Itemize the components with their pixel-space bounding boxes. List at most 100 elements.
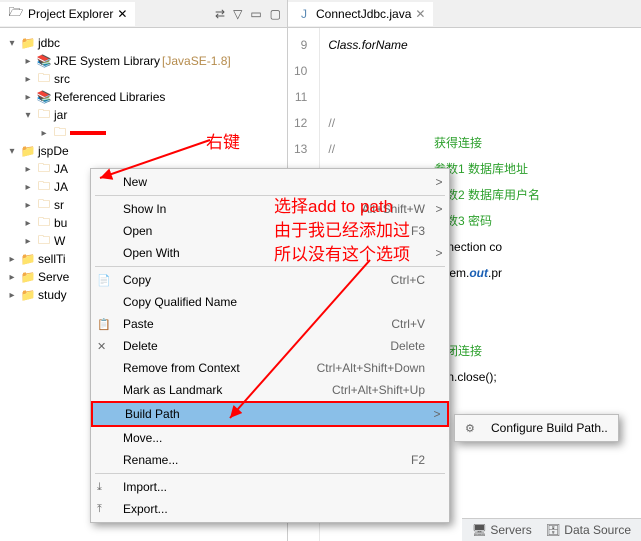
tree-label: Referenced Libraries [54, 90, 165, 104]
menu-separator [95, 473, 445, 474]
menu-icon: ✕ [97, 340, 113, 353]
menu-accelerator: Ctrl+Alt+Shift+Up [332, 383, 425, 397]
line-number: 11 [294, 84, 307, 110]
folder-icon: 🗀 [36, 215, 52, 231]
menu-item-copy[interactable]: 📄CopyCtrl+C [91, 269, 449, 291]
maximize-icon[interactable]: ▢ [270, 7, 281, 21]
expand-icon[interactable]: ▸ [22, 181, 34, 193]
line-number: 10 [294, 58, 307, 84]
servers-view[interactable]: 🖥 Servers [472, 523, 532, 537]
tree-item[interactable]: ▾🗀jar [4, 106, 283, 124]
submenu-arrow-icon: > [435, 202, 443, 216]
expand-icon[interactable]: ▸ [6, 253, 18, 265]
menu-icon: 📋 [97, 318, 113, 331]
menu-item-move-[interactable]: Move... [91, 427, 449, 449]
menu-item-rename-[interactable]: Rename...F2 [91, 449, 449, 471]
menu-accelerator: F3 [411, 224, 425, 238]
folder-icon: 🗀 [36, 71, 52, 87]
expand-icon[interactable]: ▸ [22, 91, 34, 103]
folder-icon: 🗀 [36, 161, 52, 177]
menu-item-export-[interactable]: ⤒Export... [91, 498, 449, 520]
proj-icon: 📁 [20, 35, 36, 51]
project-explorer-tab[interactable]: 🗁 Project Explorer ✕ [0, 2, 135, 26]
menu-label: Rename... [123, 453, 401, 467]
tree-label [70, 131, 106, 135]
proj-icon: 📁 [20, 143, 36, 159]
build-path-icon: ⚙ [465, 422, 481, 435]
java-file-icon: J [296, 6, 312, 22]
expand-icon[interactable]: ▾ [6, 37, 18, 49]
menu-item-mark-as-landmark[interactable]: Mark as Landmark Ctrl+Alt+Shift+Up [91, 379, 449, 401]
minimize-icon[interactable]: ▭ [250, 7, 261, 21]
expand-icon[interactable]: ▾ [6, 145, 18, 157]
menu-item-build-path[interactable]: Build Path > [91, 401, 449, 427]
submenu-arrow-icon: > [433, 407, 441, 421]
menu-label: New [123, 175, 415, 189]
menu-label: Import... [123, 480, 415, 494]
tree-label: jspDe [38, 144, 69, 158]
tree-item[interactable]: ▸🗀 [4, 124, 283, 142]
menu-icon: 📄 [97, 274, 113, 287]
menu-accelerator: Ctrl+Alt+Shift+Down [317, 361, 425, 375]
menu-item-delete[interactable]: ✕ Delete Delete [91, 335, 449, 357]
editor-tab-label: ConnectJdbc.java [316, 7, 411, 21]
expand-icon[interactable]: ▸ [6, 271, 18, 283]
tree-item[interactable]: ▸📚Referenced Libraries [4, 88, 283, 106]
tree-label: Serve [38, 270, 69, 284]
code-text: out [469, 266, 488, 280]
tree-item[interactable]: ▾📁jdbc [4, 34, 283, 52]
tree-item[interactable]: ▸📚JRE System Library [JavaSE-1.8] [4, 52, 283, 70]
tree-item[interactable]: ▸🗀src [4, 70, 283, 88]
tree-label: JA [54, 180, 68, 194]
menu-label: Copy Qualified Name [123, 295, 415, 309]
expand-icon[interactable]: ▸ [22, 235, 34, 247]
menu-item-new[interactable]: New> [91, 171, 449, 193]
line-number: 13 [294, 136, 307, 162]
menu-accelerator: Ctrl+V [391, 317, 425, 331]
expand-icon[interactable]: ▸ [22, 55, 34, 67]
lib-icon: 📚 [36, 53, 52, 69]
tree-item[interactable]: ▾📁jspDe [4, 142, 283, 160]
menu-label: Mark as Landmark [123, 383, 322, 397]
status-bar: 🖥 Servers 🗄 Data Source [462, 518, 641, 541]
menu-label: Export... [123, 502, 415, 516]
tree-label: JRE System Library [54, 54, 160, 68]
annotation-1: 选择add to path [274, 192, 393, 217]
link-editor-icon[interactable]: ⇄ [215, 7, 225, 21]
menu-item-import-[interactable]: ⤓Import... [91, 476, 449, 498]
build-path-submenu[interactable]: ⚙ Configure Build Path.. [454, 414, 619, 442]
expand-icon[interactable]: ▸ [38, 127, 50, 139]
tree-label: jdbc [38, 36, 60, 50]
menu-item-configure-build-path[interactable]: ⚙ Configure Build Path.. [455, 417, 618, 439]
annotation-rightclick: 右键 [206, 128, 240, 153]
menu-accelerator: Delete [390, 339, 425, 353]
folder-icon: 🗀 [36, 233, 52, 249]
folder-icon: 🗀 [36, 197, 52, 213]
expand-icon[interactable]: ▸ [22, 73, 34, 85]
expand-icon[interactable]: ▸ [22, 199, 34, 211]
menu-label: Delete [123, 339, 380, 353]
tree-label: JA [54, 162, 68, 176]
menu-label: Build Path [125, 407, 413, 421]
close-icon[interactable]: ✕ [415, 7, 425, 21]
view-menu-icon[interactable]: ▽ [233, 7, 242, 21]
menu-item-remove-from-context[interactable]: Remove from ContextCtrl+Alt+Shift+Down [91, 357, 449, 379]
editor-tab[interactable]: J ConnectJdbc.java ✕ [288, 2, 433, 26]
line-number: 12 [294, 110, 307, 136]
expand-icon[interactable]: ▾ [22, 109, 34, 121]
expand-icon[interactable]: ▸ [6, 289, 18, 301]
proj-icon: 📁 [20, 269, 36, 285]
close-icon[interactable]: ✕ [117, 7, 127, 21]
tree-label: sr [54, 198, 64, 212]
expand-icon[interactable]: ▸ [22, 217, 34, 229]
expand-icon[interactable]: ▸ [22, 163, 34, 175]
tree-label: sellTi [38, 252, 66, 266]
proj-icon: 📁 [20, 251, 36, 267]
folder-icon: 🗀 [52, 125, 68, 141]
data-source-view[interactable]: 🗄 Data Source [546, 523, 631, 537]
menu-item-copy-qualified-name[interactable]: Copy Qualified Name [91, 291, 449, 313]
code-text: Class. [328, 38, 361, 52]
menu-item-paste[interactable]: 📋PasteCtrl+V [91, 313, 449, 335]
tree-label: study [38, 288, 67, 302]
code-comment: // [328, 136, 407, 162]
